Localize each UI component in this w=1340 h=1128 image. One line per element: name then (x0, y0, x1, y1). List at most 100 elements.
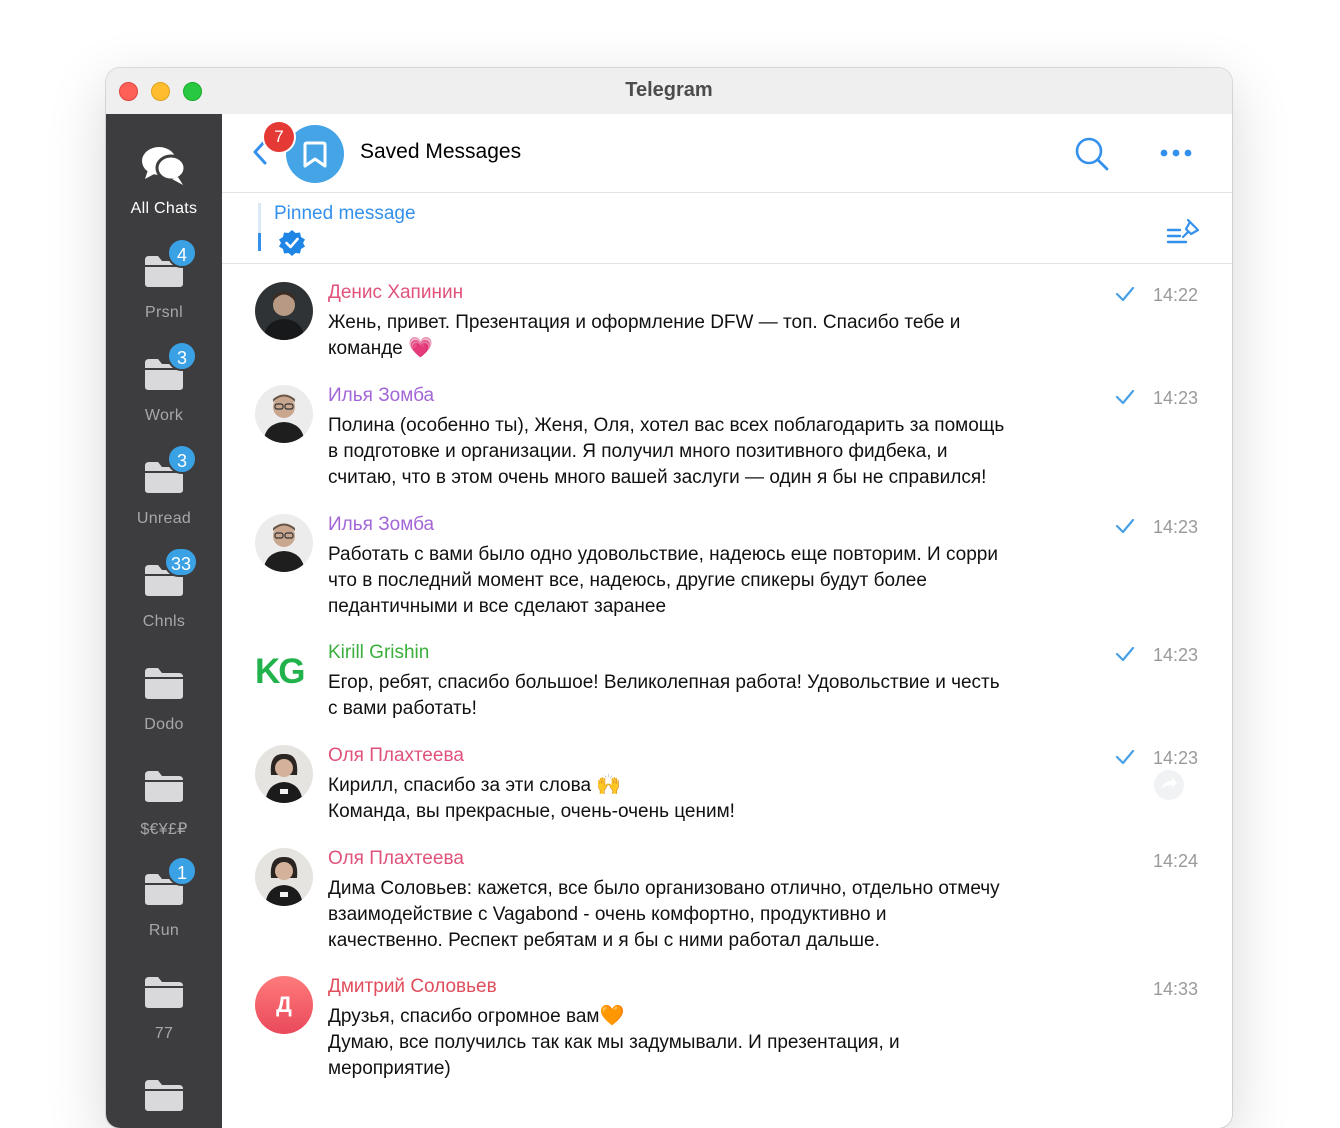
window-title: Telegram (625, 79, 713, 101)
message-line: с вами работать! (328, 697, 477, 719)
message-time: 14:33 (1152, 979, 1198, 999)
more-options-icon[interactable] (1160, 149, 1192, 157)
sender-name[interactable]: Денис Хапинин (328, 282, 463, 304)
message-time: 14:23 (1152, 748, 1198, 768)
message-item[interactable]: KG Kirill Grishin 14:23 Егор, ребят, спа… (222, 642, 1232, 737)
message-item[interactable]: Денис Хапинин 14:22 Жень, привет. Презен… (222, 282, 1232, 372)
message-line: мероприятие) (328, 1057, 451, 1079)
message-text: Работать с вами было одно удовольствие, … (328, 542, 1118, 619)
folders-sidebar: All Chats 4 Prsnl 3 Work 3 Unread 33 Chn… (106, 114, 222, 1128)
avatar[interactable]: Д (255, 976, 313, 1034)
message-line: Жень, привет. Презентация и оформление D… (328, 312, 961, 333)
folder-label: All Chats (130, 200, 198, 217)
sender-name[interactable]: Илья Зомба (328, 514, 434, 536)
message-item[interactable]: Оля Плахтеева 14:24 Дима Соловьев: кажет… (222, 848, 1232, 968)
message-item[interactable]: Илья Зомба 14:23 Полина (особенно ты), Ж… (222, 385, 1232, 505)
sender-name[interactable]: Оля Плахтеева (328, 745, 464, 767)
message-line: взаимодействие с Vagabond - очень комфор… (328, 903, 887, 925)
avatar[interactable] (255, 385, 313, 443)
message-line: Команда, вы прекрасные, очень-очень цени… (328, 800, 735, 822)
folder-chnls[interactable]: 33 Chnls (106, 547, 222, 643)
folder-label: 77 (154, 1025, 174, 1042)
folder-label: Dodo (144, 716, 184, 733)
chat-title[interactable]: Saved Messages (360, 140, 521, 164)
message-line: команде 💗 (328, 336, 1118, 362)
sender-name[interactable]: Илья Зомба (328, 385, 434, 407)
chats-icon (142, 147, 187, 185)
message-line: Дима Соловьев: кажется, все было организ… (328, 878, 1000, 899)
message-line-text: команде (328, 337, 403, 359)
folder-unread-badge: 3 (167, 444, 197, 474)
folder-icon (145, 771, 183, 802)
message-line: считаю, что в этом очень много вашей зас… (328, 466, 987, 488)
message-time: 14:24 (1152, 851, 1198, 871)
chat-panel: 7 Saved Messages Pinned message Денис Ха… (222, 114, 1232, 1128)
pinned-list-icon[interactable] (1166, 217, 1200, 247)
message-line: что в последний момент все, надеюсь, дру… (328, 569, 927, 591)
bookmark-icon (303, 141, 327, 168)
read-check-icon (1115, 646, 1135, 662)
message-line: Егор, ребят, спасибо большое! Великолепн… (328, 672, 1000, 693)
pinned-title: Pinned message (274, 203, 416, 224)
message-text: Жень, привет. Презентация и оформление D… (328, 310, 1118, 362)
message-line: Работать с вами было одно удовольствие, … (328, 544, 998, 565)
message-line: в подготовке и организации. Я получил мн… (328, 440, 948, 462)
pinned-indicator (258, 203, 261, 251)
folder-unread-badge: 4 (167, 238, 197, 268)
orange-heart-emoji: 🧡 (599, 1005, 625, 1027)
sender-name[interactable]: Дмитрий Соловьев (328, 976, 497, 998)
folder-run[interactable]: 1 Run (106, 856, 222, 952)
folder-icon (145, 668, 183, 699)
message-time: 14:22 (1152, 285, 1198, 305)
message-text: Полина (особенно ты), Женя, Оля, хотел в… (328, 413, 1118, 490)
folder-prsnl[interactable]: 4 Prsnl (106, 238, 222, 334)
sender-name[interactable]: Kirill Grishin (328, 642, 429, 664)
read-check-icon (1115, 286, 1135, 302)
message-line: Полина (особенно ты), Женя, Оля, хотел в… (328, 415, 1005, 436)
unread-count-badge: 7 (262, 120, 296, 154)
avatar[interactable] (255, 745, 313, 803)
folder-label: Prsnl (145, 304, 183, 321)
folder-unread-badge: 1 (167, 856, 197, 886)
raising-hands-emoji: 🙌 (596, 774, 622, 796)
read-check-icon (1115, 518, 1135, 534)
message-text: Дима Соловьев: кажется, все было организ… (328, 876, 1118, 953)
message-line-text: Друзья, спасибо огромное вам (328, 1006, 600, 1027)
search-icon[interactable] (1074, 136, 1110, 172)
message-line: Кирилл, спасибо за эти слова 🙌 (328, 773, 1118, 799)
message-time: 14:23 (1152, 517, 1198, 537)
read-check-icon (1115, 749, 1135, 765)
folder-unread-badge: 3 (167, 341, 197, 371)
folder-unread[interactable]: 3 Unread (106, 444, 222, 540)
avatar[interactable] (255, 848, 313, 906)
folder-work[interactable]: 3 Work (106, 341, 222, 437)
message-item[interactable]: Оля Плахтеева 14:23 Кирилл, спасибо за э… (222, 745, 1232, 840)
avatar[interactable] (255, 282, 313, 340)
message-item[interactable]: Д Дмитрий Соловьев 14:33 Друзья, спасибо… (222, 976, 1232, 1096)
telegram-window: Telegram All Chats 4 Prsnl 3 Work 3 Unre… (106, 68, 1232, 1128)
folder-77[interactable]: 77 (106, 975, 222, 1055)
folder-label: Work (144, 407, 184, 424)
read-check-icon (1115, 389, 1135, 405)
folder-label: Chnls (142, 613, 186, 630)
pink-heart-emoji: 💗 (408, 336, 434, 359)
verified-badge-icon (279, 230, 305, 256)
folder-label: $€¥£₽ (140, 821, 188, 838)
message-line: качественно. Респект ребятам и я бы с ни… (328, 929, 880, 951)
kg-logo-avatar[interactable]: KG (255, 652, 305, 692)
folder-icon (145, 977, 183, 1008)
folder-dodo[interactable]: Dodo (106, 666, 222, 746)
message-time: 14:23 (1152, 388, 1198, 408)
folder-more[interactable] (106, 1078, 222, 1118)
message-item[interactable]: Илья Зомба 14:23 Работать с вами было од… (222, 514, 1232, 634)
message-line: педантичными и все сделают заранее (328, 595, 667, 617)
forward-arrow-icon[interactable] (1153, 769, 1185, 801)
message-line-text: Кирилл, спасибо за эти слова (328, 775, 592, 796)
pinned-message-bar[interactable]: Pinned message (222, 193, 1232, 264)
folder-currencies[interactable]: $€¥£₽ (106, 769, 222, 849)
folder-all-chats[interactable]: All Chats (106, 144, 222, 224)
folder-icon (145, 1080, 183, 1111)
sender-name[interactable]: Оля Плахтеева (328, 848, 464, 870)
avatar[interactable] (255, 514, 313, 572)
message-line: Думаю, все получилсь так как мы задумыва… (328, 1031, 900, 1053)
